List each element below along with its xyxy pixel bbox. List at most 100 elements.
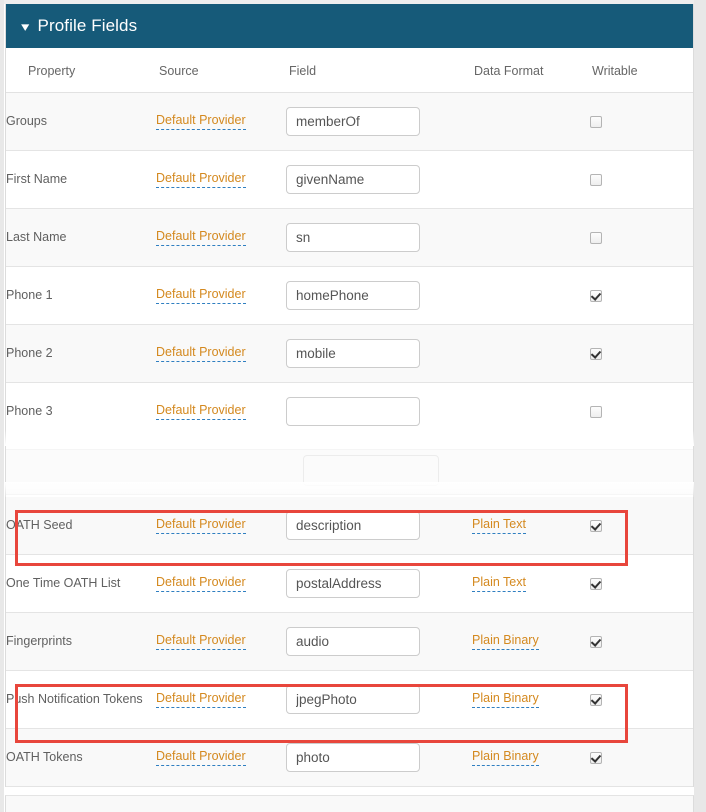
- source-provider-link[interactable]: Default Provider: [156, 171, 246, 188]
- writable-checkbox[interactable]: [590, 520, 602, 533]
- data-format-cell: Plain Text: [472, 555, 590, 613]
- source-cell: Default Provider: [156, 93, 286, 151]
- writable-checkbox[interactable]: [590, 290, 602, 303]
- source-provider-link[interactable]: Default Provider: [156, 287, 246, 304]
- table-row: OATH Tokens Default Provider Plain Binary: [6, 728, 693, 787]
- source-provider-link[interactable]: Default Provider: [156, 113, 246, 130]
- writable-checkbox[interactable]: [590, 232, 602, 245]
- profile-fields-panel-continued: OATH SeedDefault ProviderPlain TextOne T…: [5, 497, 694, 787]
- field-cell: [286, 151, 472, 209]
- writable-cell: [590, 671, 693, 729]
- data-format-cell: [472, 93, 590, 151]
- writable-checkbox[interactable]: [590, 752, 602, 765]
- data-format-cell: Plain Binary: [472, 729, 590, 787]
- writable-cell: [590, 325, 693, 383]
- table-bottom-strip: [5, 795, 694, 812]
- writable-checkbox[interactable]: [590, 406, 602, 419]
- data-format-cell: Plain Binary: [472, 671, 590, 729]
- property-label: Fingerprints: [6, 634, 72, 648]
- field-cell: [286, 93, 472, 151]
- source-provider-link[interactable]: Default Provider: [156, 575, 246, 592]
- field-input[interactable]: [286, 165, 420, 194]
- data-format-cell: [472, 267, 590, 325]
- data-format-link[interactable]: Plain Binary: [472, 633, 539, 650]
- column-header-property: Property: [6, 48, 156, 93]
- source-provider-link[interactable]: Default Provider: [156, 517, 246, 534]
- property-label: Last Name: [6, 230, 67, 244]
- writable-cell: [590, 555, 693, 613]
- property-label: OATH Seed: [6, 518, 73, 532]
- profile-fields-panel-header[interactable]: ▾ Profile Fields: [6, 4, 693, 48]
- page-title: Profile Fields: [37, 16, 138, 35]
- writable-cell: [590, 613, 693, 671]
- profile-fields-panel: ▾ Profile Fields Property Source Field D…: [5, 4, 694, 441]
- profile-fields-table-bottom: OATH SeedDefault ProviderPlain TextOne T…: [6, 497, 693, 787]
- source-cell: Default Provider: [156, 729, 286, 787]
- field-input[interactable]: [286, 743, 420, 772]
- source-provider-link[interactable]: Default Provider: [156, 633, 246, 650]
- property-label: OATH Tokens: [6, 750, 83, 764]
- source-provider-link[interactable]: Default Provider: [156, 403, 246, 420]
- writable-checkbox[interactable]: [590, 694, 602, 707]
- writable-checkbox[interactable]: [590, 636, 602, 649]
- source-cell: Default Provider: [156, 613, 286, 671]
- field-cell: [286, 671, 472, 729]
- table-row: One Time OATH List Default Provider Plain …: [6, 554, 693, 613]
- source-provider-link[interactable]: Default Provider: [156, 691, 246, 708]
- property-label: First Name: [6, 172, 68, 186]
- field-input[interactable]: [286, 569, 420, 598]
- source-cell: Default Provider: [156, 497, 286, 555]
- field-cell: [286, 729, 472, 787]
- table-row: Last Name Default Provider: [6, 208, 693, 267]
- writable-cell: [590, 151, 693, 209]
- source-cell: Default Provider: [156, 267, 286, 325]
- writable-checkbox[interactable]: [590, 174, 602, 187]
- data-format-cell: [472, 209, 590, 267]
- field-input[interactable]: [286, 107, 420, 136]
- property-label: Push Notification Tokens: [6, 692, 143, 706]
- source-provider-link[interactable]: Default Provider: [156, 345, 246, 362]
- data-format-cell: [472, 383, 590, 441]
- field-input[interactable]: [286, 397, 420, 426]
- data-format-link[interactable]: Plain Text: [472, 517, 526, 534]
- field-cell: [286, 325, 472, 383]
- data-format-link[interactable]: Plain Text: [472, 575, 526, 592]
- source-cell: Default Provider: [156, 555, 286, 613]
- column-header-field: Field: [286, 48, 472, 93]
- source-cell: Default Provider: [156, 209, 286, 267]
- source-provider-link[interactable]: Default Provider: [156, 749, 246, 766]
- table-row: OATH Seed Default Provider Plain Text: [6, 497, 693, 555]
- writable-cell: [590, 267, 693, 325]
- data-format-link[interactable]: Plain Binary: [472, 691, 539, 708]
- writable-checkbox[interactable]: [590, 348, 602, 361]
- writable-cell: [590, 93, 693, 151]
- source-cell: Default Provider: [156, 671, 286, 729]
- field-input[interactable]: [286, 223, 420, 252]
- field-input[interactable]: [286, 511, 420, 540]
- field-input[interactable]: [286, 685, 420, 714]
- data-format-cell: Plain Text: [472, 497, 590, 555]
- source-cell: Default Provider: [156, 383, 286, 441]
- writable-checkbox[interactable]: [590, 116, 602, 129]
- partial-field-input-ghost: [303, 455, 439, 486]
- data-format-link[interactable]: Plain Binary: [472, 749, 539, 766]
- column-header-writable: Writable: [590, 48, 693, 93]
- column-header-source: Source: [156, 48, 286, 93]
- table-header-row: Property Source Field Data Format Writab…: [6, 48, 693, 93]
- data-format-cell: [472, 151, 590, 209]
- chevron-down-icon[interactable]: ▾: [21, 20, 29, 33]
- source-cell: Default Provider: [156, 325, 286, 383]
- field-input[interactable]: [286, 627, 420, 656]
- property-label: Groups: [6, 114, 47, 128]
- field-input[interactable]: [286, 339, 420, 368]
- page-root: ▾ Profile Fields Property Source Field D…: [0, 0, 706, 812]
- data-format-cell: Plain Binary: [472, 613, 590, 671]
- writable-checkbox[interactable]: [590, 578, 602, 591]
- table-row: Phone 1 Default Provider: [6, 266, 693, 325]
- field-cell: [286, 613, 472, 671]
- source-provider-link[interactable]: Default Provider: [156, 229, 246, 246]
- field-cell: [286, 383, 472, 441]
- field-input[interactable]: [286, 281, 420, 310]
- field-cell: [286, 267, 472, 325]
- field-cell: [286, 555, 472, 613]
